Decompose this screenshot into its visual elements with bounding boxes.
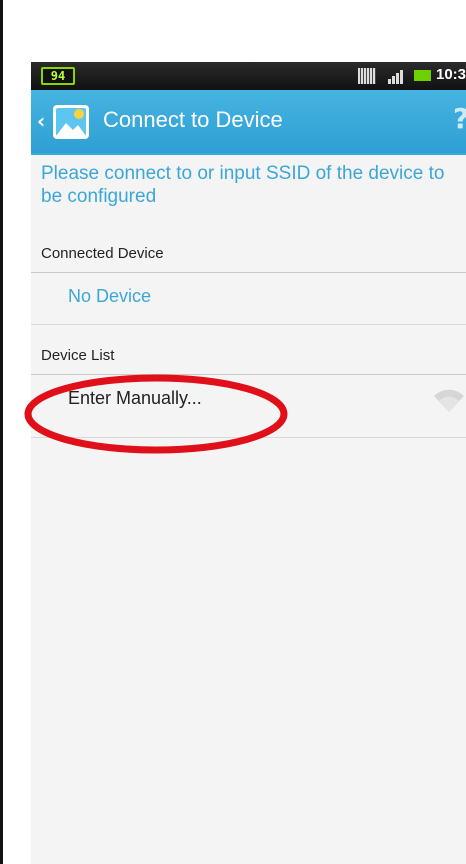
enter-manually-label: Enter Manually... bbox=[68, 388, 202, 408]
status-time: 10:3 bbox=[436, 66, 466, 83]
app-icon[interactable] bbox=[51, 103, 91, 141]
wifi-icon bbox=[434, 389, 464, 412]
action-bar: ‹ Connect to Device ? bbox=[31, 90, 466, 153]
back-chevron-icon[interactable]: ‹ bbox=[37, 109, 45, 133]
connected-device-row[interactable]: No Device bbox=[31, 273, 466, 325]
help-icon[interactable]: ? bbox=[453, 102, 466, 135]
battery-level-badge: 94 bbox=[41, 67, 75, 85]
connected-device-header: Connected Device bbox=[31, 237, 466, 273]
page-title: Connect to Device bbox=[103, 107, 283, 132]
connected-device-value: No Device bbox=[68, 286, 152, 306]
title-divider bbox=[31, 153, 466, 155]
battery-icon bbox=[414, 70, 431, 81]
status-bar: 94 10:3 bbox=[31, 62, 466, 90]
device-list-header: Device List bbox=[31, 339, 466, 375]
phone-screen: 94 10:3 ‹ Connect to Device ? Please con… bbox=[31, 62, 466, 864]
instructions-text: Please connect to or input SSID of the d… bbox=[41, 163, 445, 207]
device-frame-edge bbox=[0, 0, 3, 864]
signal-icon bbox=[388, 68, 406, 84]
device-list-item-enter-manually[interactable]: Enter Manually... bbox=[31, 375, 466, 438]
network-type-icon bbox=[358, 68, 376, 84]
device-list-header-label: Device List bbox=[41, 347, 115, 364]
connected-device-header-label: Connected Device bbox=[41, 245, 164, 262]
